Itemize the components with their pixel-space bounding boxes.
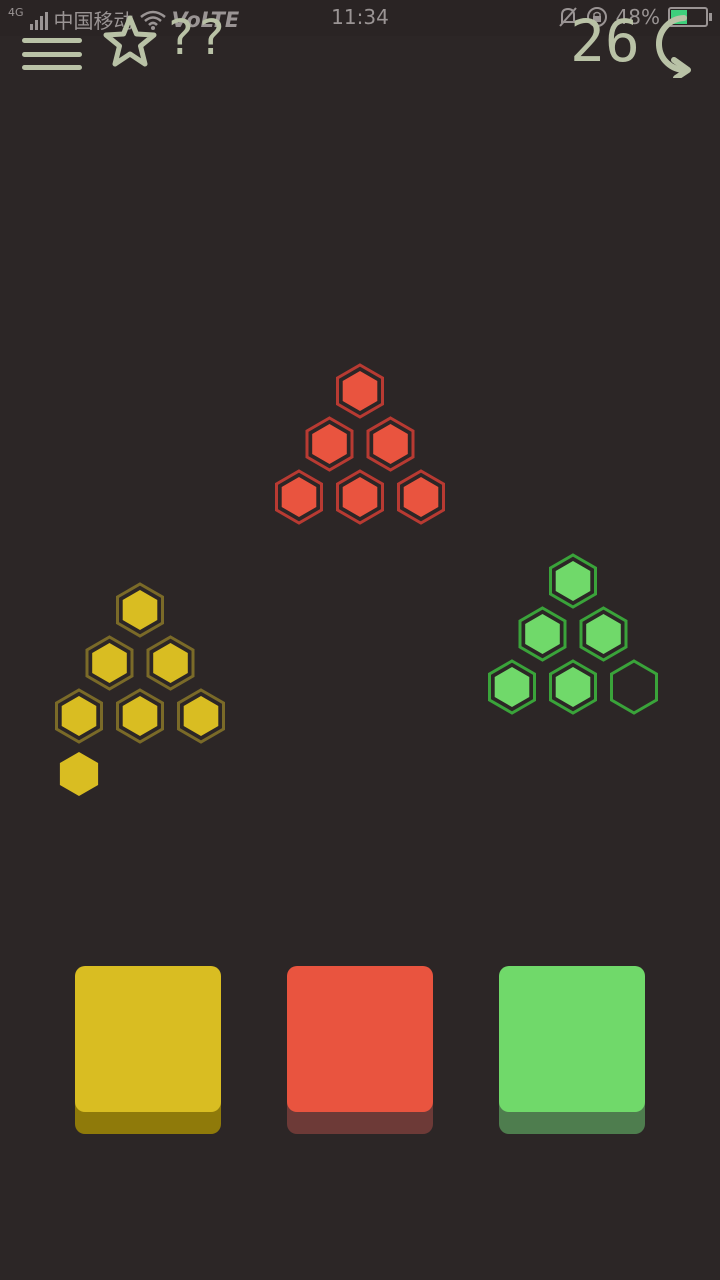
- hex-piece: [555, 561, 591, 601]
- hex-piece: [153, 643, 188, 683]
- hex-slot: [610, 659, 658, 715]
- hex-piece: [183, 696, 219, 736]
- hex-piece: [122, 696, 158, 736]
- hex-piece: [92, 643, 127, 683]
- hex-piece: [342, 477, 378, 517]
- hex-piece: [525, 614, 560, 654]
- hex-piece: [586, 614, 621, 654]
- hex-piece: [494, 667, 530, 707]
- button-face: [499, 966, 645, 1112]
- hex-piece: [122, 590, 158, 630]
- hex-piece: [403, 477, 439, 517]
- yellow-color-button[interactable]: [75, 966, 221, 1134]
- green-hex-pile: [488, 553, 658, 715]
- button-face: [75, 966, 221, 1112]
- red-hex-pile: [275, 363, 445, 525]
- hex-piece: [312, 424, 347, 464]
- hex-piece: [342, 371, 378, 411]
- red-color-button[interactable]: [287, 966, 433, 1134]
- green-color-button[interactable]: [499, 966, 645, 1134]
- button-face: [287, 966, 433, 1112]
- hex-piece: [373, 424, 408, 464]
- hex-piece: [555, 667, 591, 707]
- yellow-hex-pile: [55, 582, 225, 796]
- hex-piece: [61, 696, 97, 736]
- loose-hex-piece[interactable]: [59, 752, 99, 796]
- hex-piece: [281, 477, 317, 517]
